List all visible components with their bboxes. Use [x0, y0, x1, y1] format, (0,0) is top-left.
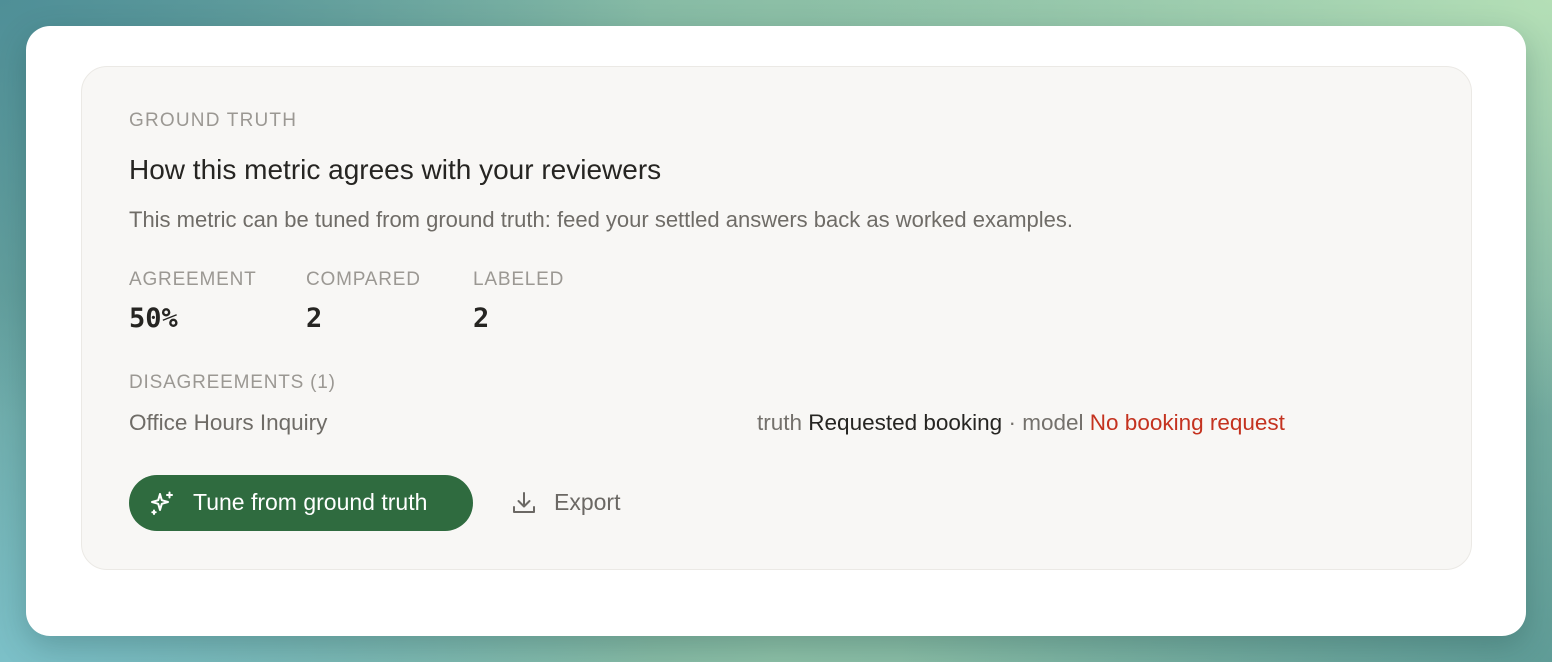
stat-value: 50% — [129, 303, 178, 334]
truth-label: truth — [757, 410, 803, 435]
section-title: How this metric agrees with your reviewe… — [129, 154, 662, 185]
download-icon — [510, 489, 538, 517]
ground-truth-card: GROUND TRUTH How this metric agrees with… — [81, 66, 1472, 570]
export-button[interactable]: Export — [510, 475, 640, 531]
disagreement-item-name: Office Hours Inquiry — [129, 410, 328, 435]
export-button-label: Export — [554, 489, 621, 515]
disagreement-comparison: truth Requested booking · model No booki… — [757, 410, 1285, 436]
tune-from-ground-truth-button[interactable]: Tune from ground truth — [129, 475, 473, 531]
stat-compared: COMPARED 2 — [306, 269, 421, 334]
model-label: model — [1022, 410, 1084, 435]
disagreement-row[interactable]: Office Hours Inquiry truth Requested boo… — [129, 410, 1429, 440]
stat-value: 2 — [306, 303, 323, 334]
stat-labeled: LABELED 2 — [473, 269, 564, 334]
stat-label: COMPARED — [306, 269, 421, 290]
sparkles-icon — [149, 489, 177, 517]
separator: · — [1008, 410, 1016, 435]
section-eyebrow: GROUND TRUTH — [129, 110, 298, 131]
model-value: No booking request — [1089, 410, 1285, 435]
stat-label: LABELED — [473, 269, 565, 290]
disagreements-heading: DISAGREEMENTS (1) — [129, 372, 336, 393]
stat-label: AGREEMENT — [129, 269, 257, 290]
stat-value: 2 — [473, 303, 490, 334]
stat-agreement: AGREEMENT 50% — [129, 269, 257, 334]
app-window: GROUND TRUTH How this metric agrees with… — [26, 26, 1526, 636]
tune-button-label: Tune from ground truth — [193, 489, 428, 515]
truth-value: Requested booking — [808, 410, 1003, 435]
section-description: This metric can be tuned from ground tru… — [129, 207, 1074, 232]
